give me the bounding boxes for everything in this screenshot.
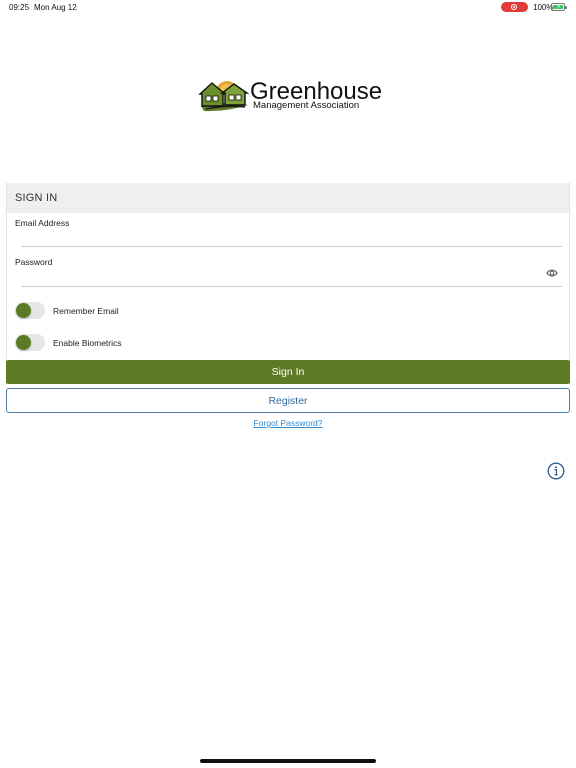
enable-biometrics-toggle[interactable]	[15, 334, 45, 351]
sign-in-header-label: SIGN IN	[15, 192, 58, 204]
toggle-knob	[16, 303, 31, 318]
status-date: Mon Aug 12	[34, 3, 77, 12]
screen-recording-indicator[interactable]	[501, 2, 528, 12]
logo-subtitle: Management Association	[253, 100, 360, 111]
app-logo: Greenhouse Management Association	[198, 78, 382, 114]
greenhouse-logo-icon	[198, 81, 250, 112]
forgot-password-link[interactable]: Forgot Password?	[0, 418, 576, 428]
password-label: Password	[15, 257, 53, 267]
remember-email-toggle[interactable]	[15, 302, 45, 319]
sign-in-form: SIGN IN Email Address Password Remember …	[6, 183, 570, 359]
sign-in-button[interactable]: Sign In	[6, 360, 570, 384]
register-button[interactable]: Register	[6, 388, 570, 413]
eye-icon[interactable]	[546, 268, 558, 278]
status-time: 09:25	[9, 3, 30, 12]
battery-icon: ⚡	[551, 2, 567, 11]
record-icon	[511, 4, 517, 10]
info-icon[interactable]	[547, 462, 565, 480]
forgot-password-label[interactable]: Forgot Password?	[254, 418, 323, 428]
email-label: Email Address	[15, 218, 70, 228]
remember-email-label: Remember Email	[53, 306, 119, 316]
toggle-knob	[16, 335, 31, 350]
password-input[interactable]	[21, 271, 562, 287]
enable-biometrics-label: Enable Biometrics	[53, 338, 122, 348]
sign-in-header: SIGN IN	[7, 183, 569, 213]
home-indicator[interactable]	[200, 759, 376, 763]
email-input[interactable]	[21, 231, 562, 247]
status-bar: 09:25 Mon Aug 12 100% ⚡	[0, 0, 576, 14]
